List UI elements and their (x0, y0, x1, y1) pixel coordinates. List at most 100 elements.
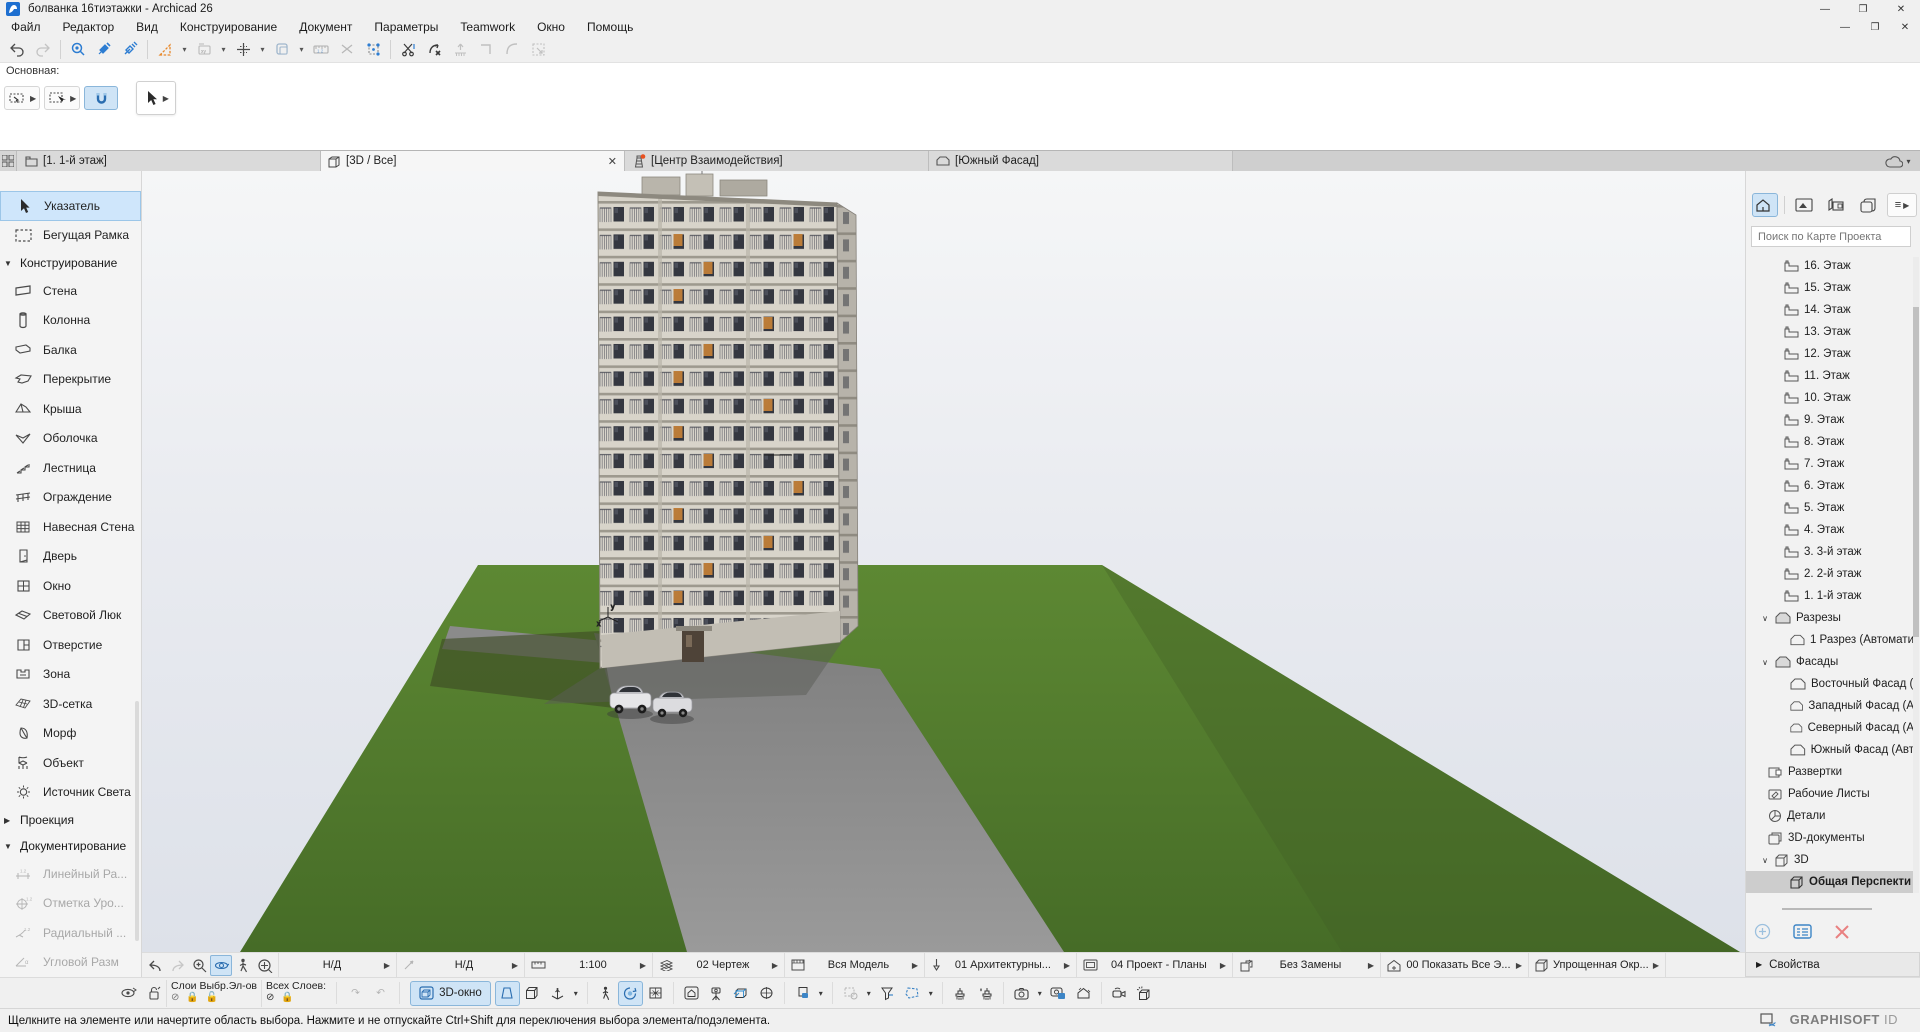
teamwork-cloud-button[interactable]: ▾ (1876, 151, 1920, 171)
lock-elements-icon[interactable] (141, 981, 166, 1006)
tree-item-floor-16[interactable]: 16. Этаж (1746, 255, 1914, 277)
pen-set-dropdown[interactable]: 02 Чертеж▶ (652, 953, 784, 978)
tree-item-north-elevation[interactable]: Северный Фасад (А (1746, 717, 1914, 739)
navigator-menu-button[interactable]: ≡▶ (1887, 193, 1917, 217)
toolbox-item-object[interactable]: Объект (0, 748, 141, 778)
snap-points-flyout[interactable]: ▾ (256, 38, 269, 61)
coordinates-flyout[interactable]: ▾ (217, 38, 230, 61)
toolbox-item-radial-dimension[interactable]: 1.2 Радиальный ... (0, 918, 141, 948)
window-maximize-button[interactable]: ❐ (1844, 0, 1882, 18)
toolbox-item-mesh[interactable]: 3D-сетка (0, 689, 141, 719)
tab-south-elevation[interactable]: [Южный Фасад] (929, 151, 1233, 171)
tab-3d-all[interactable]: [3D / Все] ✕ (321, 151, 625, 171)
menu-view[interactable]: Вид (125, 18, 169, 36)
selection-rect-button[interactable]: ▶ (44, 86, 80, 110)
toolbox-item-level-dimension[interactable]: 1.2 Отметка Уро... (0, 889, 141, 919)
toolbox-item-morph[interactable]: Морф (0, 719, 141, 749)
tree-item-3d-documents[interactable]: 3D-документы (1746, 827, 1914, 849)
toolbox-item-window[interactable]: Окно (0, 571, 141, 601)
snapshot-icon[interactable] (1009, 981, 1034, 1006)
intersect-icon[interactable] (473, 38, 499, 61)
publisher-button[interactable] (1855, 193, 1881, 217)
graphisoft-id[interactable]: GRAPHISOFT ID (1760, 1012, 1898, 1027)
toolbox-section-design[interactable]: ▼ Конструирование (0, 250, 141, 276)
toolbox-item-railing[interactable]: Ограждение (0, 483, 141, 513)
toolbox-scrollbar[interactable] (135, 701, 139, 941)
align-icon[interactable] (447, 38, 473, 61)
tree-item-generic-perspective[interactable]: Общая Перспекти (1746, 871, 1914, 893)
tree-scrollbar-thumb[interactable] (1913, 307, 1919, 637)
trim-scissors-icon[interactable] (395, 38, 421, 61)
explore-model-icon[interactable] (643, 981, 668, 1006)
fit-view-icon[interactable] (254, 955, 276, 976)
camera-tripod-icon[interactable] (704, 981, 729, 1006)
layout-book-button[interactable] (1823, 193, 1849, 217)
orientation-dropdown[interactable]: Н/Д▶ (396, 953, 524, 978)
cutaway-icon[interactable] (729, 981, 754, 1006)
tree-item-details[interactable]: Детали (1746, 805, 1914, 827)
axonometric-view-icon[interactable] (520, 981, 545, 1006)
doc-close-button[interactable]: ✕ (1890, 19, 1920, 35)
orbit-icon[interactable] (210, 955, 232, 976)
lock-layer-icon[interactable]: 🔒 (186, 992, 198, 1003)
layer-combination-dropdown[interactable]: 01 Архитектурны...▶ (924, 953, 1076, 978)
toolbox-item-arrow[interactable]: Указатель (0, 191, 141, 221)
3d-projection-icon[interactable] (545, 981, 570, 1006)
tree-item-floor-13[interactable]: 13. Этаж (1746, 321, 1914, 343)
tab-floor-plan[interactable]: [1. 1-й этаж] (17, 151, 321, 171)
zoom-in-icon[interactable] (188, 955, 210, 976)
tree-item-south-elevation[interactable]: Южный Фасад (Авт (1746, 739, 1914, 761)
tree-item-floor-1[interactable]: 1. 1-й этаж (1746, 585, 1914, 607)
house-views-icon[interactable] (1071, 981, 1096, 1006)
environment-dropdown[interactable]: Упрощенная Окр...▶ (1528, 953, 1666, 978)
favorites-icon[interactable] (269, 38, 295, 61)
home-view-icon[interactable] (679, 981, 704, 1006)
project-map-button[interactable] (1752, 193, 1778, 217)
menu-window[interactable]: Окно (526, 18, 576, 36)
panel-splitter[interactable] (1782, 908, 1872, 910)
tree-item-floor-2[interactable]: 2. 2-й этаж (1746, 563, 1914, 585)
tree-item-floor-14[interactable]: 14. Этаж (1746, 299, 1914, 321)
filter-elements-icon[interactable] (790, 981, 815, 1006)
marquee3d-flyout[interactable]: ▾ (925, 981, 937, 1006)
lock-all-layers-icon[interactable]: 🔒 (281, 992, 293, 1003)
hide-all-layers-icon[interactable]: ⊘ (266, 992, 274, 1003)
toolbox-item-zone[interactable]: Зона (0, 660, 141, 690)
filter-flyout[interactable]: ▾ (815, 981, 827, 1006)
stretch-icon[interactable] (334, 38, 360, 61)
toolbox-item-column[interactable]: Колонна (0, 306, 141, 336)
adjust-icon[interactable] (421, 38, 447, 61)
tree-item-east-elevation[interactable]: Восточный Фасад ( (1746, 673, 1914, 695)
find-select-icon[interactable] (65, 38, 91, 61)
tree-group-sections[interactable]: ∨Разрезы (1746, 607, 1914, 629)
tree-item-floor-7[interactable]: 7. Этаж (1746, 453, 1914, 475)
marquee-flyout[interactable]: ▾ (863, 981, 875, 1006)
add-viewpoint-icon[interactable] (1754, 923, 1771, 940)
perspective-view-icon[interactable] (495, 981, 520, 1006)
menu-teamwork[interactable]: Teamwork (449, 18, 526, 36)
tree-scrollbar[interactable] (1913, 257, 1919, 893)
project-map-search-input[interactable] (1751, 226, 1911, 247)
tab-overview-button[interactable] (0, 151, 17, 171)
show-elements-dropdown[interactable]: 00 Показать Все Э...▶ (1380, 953, 1528, 978)
tree-item-floor-9[interactable]: 9. Этаж (1746, 409, 1914, 431)
section-plane-icon[interactable] (754, 981, 779, 1006)
unlock-layer-icon[interactable]: 🔓 (206, 992, 218, 1003)
tree-item-floor-10[interactable]: 10. Этаж (1746, 387, 1914, 409)
toolbox-section-documentation[interactable]: ▼ Документирование (0, 833, 141, 859)
tree-group-3d[interactable]: ∨3D (1746, 849, 1914, 871)
fly-mode-icon[interactable] (1107, 981, 1132, 1006)
tree-item-worksheets[interactable]: Рабочие Листы (1746, 783, 1914, 805)
tab-close-icon[interactable]: ✕ (608, 155, 617, 168)
marquee-multiply-button[interactable]: ▶ (4, 86, 40, 110)
toolbox-item-linear-dimension[interactable]: 1.2 Линейный Ра... (0, 859, 141, 889)
funnel-icon[interactable] (875, 981, 900, 1006)
tree-item-section-1[interactable]: 1 Разрез (Автомати (1746, 629, 1914, 651)
toolbox-item-slab[interactable]: Перекрытие (0, 365, 141, 395)
tree-item-floor-11[interactable]: 11. Этаж (1746, 365, 1914, 387)
renovation-dropdown[interactable]: Без Замены▶ (1232, 953, 1380, 978)
toolbox-item-stair[interactable]: Лестница (0, 453, 141, 483)
filter-marquee-icon[interactable] (838, 981, 863, 1006)
render-icon[interactable] (1132, 981, 1157, 1006)
window-close-button[interactable]: ✕ (1882, 0, 1920, 18)
